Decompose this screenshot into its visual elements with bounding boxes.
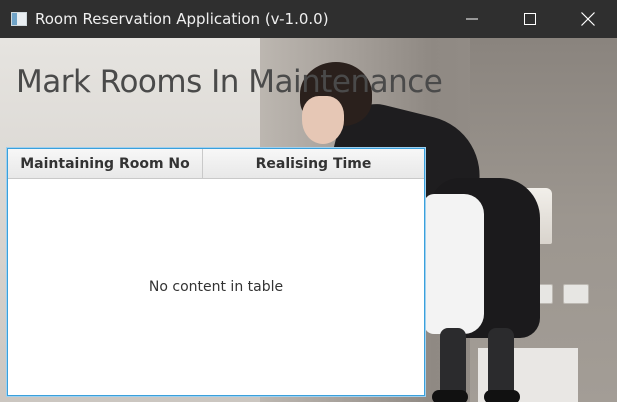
app-window: Room Reservation Application (v-1.0.0) M… <box>0 0 617 402</box>
minimize-button[interactable] <box>443 0 501 38</box>
close-icon <box>581 12 595 26</box>
background-outlet <box>563 284 589 304</box>
minimize-icon <box>466 18 478 20</box>
background-maid-apron <box>424 194 484 334</box>
page-title: Mark Rooms In Maintenance <box>16 64 443 100</box>
background-maid-shoe <box>484 390 520 402</box>
empty-table-placeholder: No content in table <box>148 279 284 295</box>
title-bar[interactable]: Room Reservation Application (v-1.0.0) <box>0 0 617 38</box>
background-maid-shoe <box>432 390 468 402</box>
maintenance-table[interactable]: Maintaining Room No Realising Time No co… <box>7 148 425 396</box>
column-header-room-no[interactable]: Maintaining Room No <box>8 149 203 178</box>
maximize-button[interactable] <box>501 0 559 38</box>
table-header: Maintaining Room No Realising Time <box>8 149 424 179</box>
table-body[interactable]: No content in table <box>8 179 424 395</box>
maximize-icon <box>524 13 536 25</box>
window-title: Room Reservation Application (v-1.0.0) <box>35 10 329 28</box>
column-header-realising-time[interactable]: Realising Time <box>203 149 424 178</box>
window-controls <box>443 0 617 38</box>
app-window-icon <box>11 12 27 26</box>
background-maid-face <box>302 96 344 144</box>
close-button[interactable] <box>559 0 617 38</box>
